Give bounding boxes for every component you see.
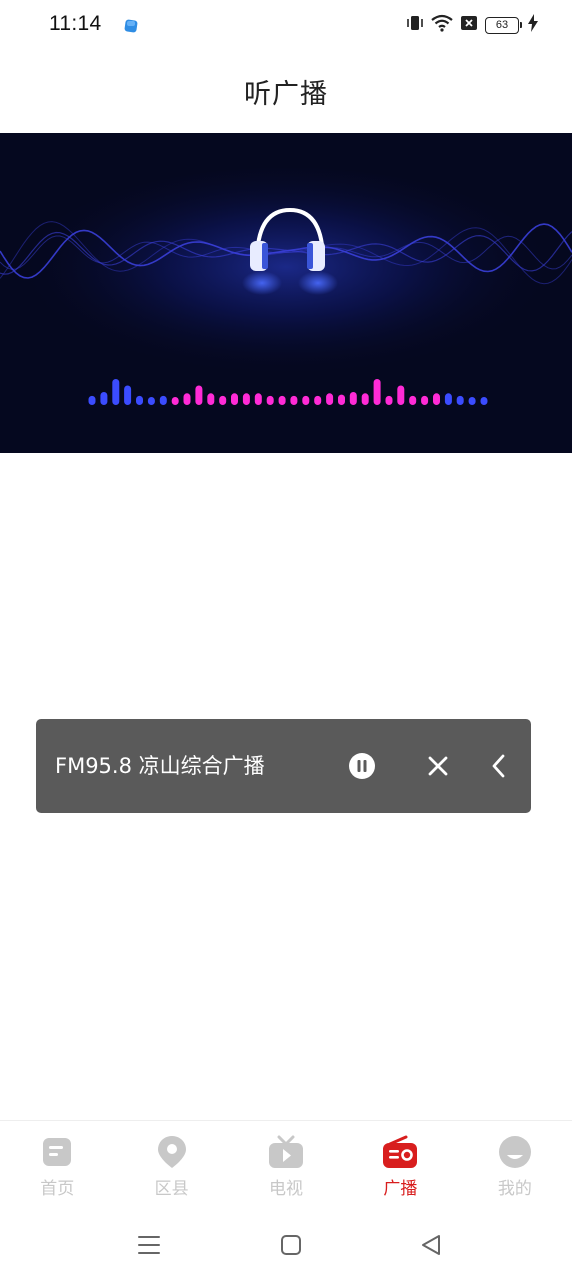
equalizer-bar [480, 397, 488, 405]
equalizer-bar [219, 395, 227, 405]
equalizer-bar [385, 395, 393, 405]
nav-item-home[interactable]: 首页 [0, 1121, 114, 1208]
nav-item-radio[interactable]: 广播 [343, 1121, 457, 1208]
equalizer-bar [171, 397, 179, 405]
charging-icon [528, 14, 538, 36]
station-name[interactable]: FM95.8 凉山综合广播 [55, 719, 265, 813]
equalizer-bar [231, 393, 238, 405]
equalizer-bar [147, 397, 155, 405]
pause-icon [349, 753, 375, 779]
equalizer-bar [326, 393, 334, 405]
equalizer-bar [456, 395, 464, 405]
equalizer-bar [254, 393, 262, 405]
profile-icon [497, 1135, 533, 1169]
location-pin-icon [154, 1135, 190, 1169]
radio-banner [0, 133, 572, 453]
equalizer-bar [278, 395, 286, 405]
equalizer-bar [136, 395, 143, 405]
mini-player[interactable]: FM95.8 凉山综合广播 [36, 719, 531, 813]
equalizer-bar [159, 395, 167, 405]
equalizer-bar [397, 385, 405, 405]
equalizer-bar [421, 395, 429, 405]
nav-item-mine[interactable]: 我的 [458, 1121, 572, 1208]
equalizer-bar [338, 394, 345, 405]
nav-label: 广播 [383, 1179, 418, 1199]
equalizer-bar [112, 379, 120, 405]
vibrate-icon [406, 14, 424, 36]
chevron-left-icon [492, 754, 505, 778]
equalizer-bar [266, 395, 274, 405]
equalizer-bar [302, 395, 310, 405]
status-bar: 11:14 63 [0, 0, 572, 50]
battery-icon: 63 [485, 16, 522, 34]
banner-illustration [0, 168, 572, 405]
equalizer-bar [183, 393, 191, 405]
collapse-player-button[interactable] [481, 748, 517, 784]
page-title: 听广播 [244, 79, 328, 110]
no-sim-icon [460, 14, 478, 36]
back-triangle-icon[interactable] [418, 1232, 448, 1258]
equalizer-bar [349, 392, 357, 405]
home-square-icon[interactable] [278, 1232, 308, 1258]
equalizer-bar [100, 392, 108, 405]
equalizer-bar [433, 393, 440, 405]
nav-label: 首页 [40, 1179, 75, 1199]
background-glow [16, 168, 556, 388]
system-nav-bar [0, 1210, 572, 1280]
equalizer-bar [468, 397, 476, 405]
equalizer-bar [242, 393, 250, 405]
radio-icon [382, 1135, 418, 1169]
cup-glow-left [242, 271, 282, 295]
equalizer-bar [124, 385, 132, 405]
equalizer-bar [409, 395, 417, 405]
cup-glow-right [298, 271, 338, 295]
nav-label: 我的 [497, 1179, 532, 1199]
equalizer-bar [444, 393, 452, 405]
equalizer-bar [207, 393, 215, 405]
menu-icon[interactable] [136, 1232, 166, 1258]
wifi-icon [431, 14, 453, 36]
close-player-button[interactable] [420, 748, 456, 784]
status-icons: 63 [406, 14, 538, 36]
app-notification-icon [124, 18, 138, 33]
home-icon [39, 1135, 75, 1169]
nav-label: 电视 [269, 1179, 304, 1199]
tv-icon [268, 1135, 304, 1169]
pause-button[interactable] [344, 748, 380, 784]
nav-item-tv[interactable]: 电视 [229, 1121, 343, 1208]
nav-item-district[interactable]: 区县 [114, 1121, 228, 1208]
equalizer-bar [195, 385, 203, 405]
status-time: 11:14 [49, 12, 102, 35]
nav-label: 区县 [154, 1179, 189, 1199]
equalizer-bar [361, 393, 369, 405]
equalizer-bar [88, 395, 96, 405]
close-icon [428, 756, 448, 776]
title-bar: 听广播 [0, 50, 572, 133]
equalizer-bar [314, 395, 322, 405]
equalizer-bar [290, 395, 298, 405]
bottom-nav: 首页 区县 电视 广播 我的 [0, 1120, 572, 1208]
equalizer-bar [373, 379, 381, 405]
